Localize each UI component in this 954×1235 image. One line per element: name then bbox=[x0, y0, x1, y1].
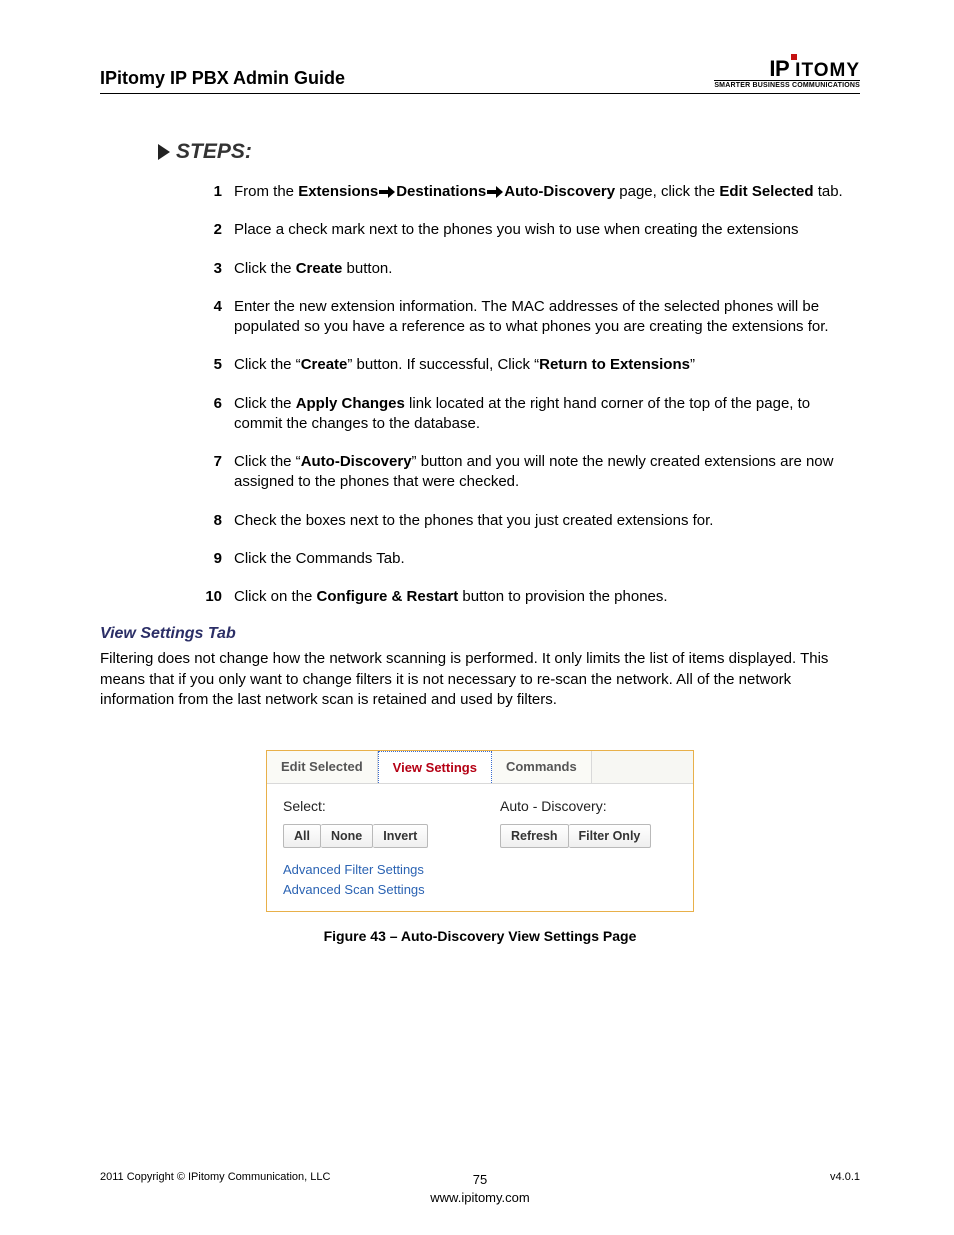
step-text: Click the Create button. bbox=[234, 259, 858, 279]
link-advanced-scan-settings[interactable]: Advanced Scan Settings bbox=[283, 880, 460, 900]
step-item: 9Click the Commands Tab. bbox=[204, 549, 858, 569]
page-footer: 2011 Copyright © IPitomy Communication, … bbox=[100, 1171, 860, 1183]
step-text: Place a check mark next to the phones yo… bbox=[234, 220, 858, 240]
link-advanced-filter-settings[interactable]: Advanced Filter Settings bbox=[283, 860, 460, 880]
section-heading: View Settings Tab bbox=[100, 625, 860, 643]
select-button-group: AllNoneInvert bbox=[283, 824, 460, 848]
section-paragraph: Filtering does not change how the networ… bbox=[100, 649, 860, 710]
select-invert-button[interactable]: Invert bbox=[373, 824, 428, 848]
step-text: Click the Apply Changes link located at … bbox=[234, 394, 858, 435]
step-text: Click the “Create” button. If successful… bbox=[234, 355, 858, 375]
step-text: From the ExtensionsDestinationsAuto-Disc… bbox=[234, 182, 858, 202]
step-item: 3Click the Create button. bbox=[204, 259, 858, 279]
step-item: 8Check the boxes next to the phones that… bbox=[204, 511, 858, 531]
step-item: 1From the ExtensionsDestinationsAuto-Dis… bbox=[204, 182, 858, 202]
tab-commands[interactable]: Commands bbox=[492, 751, 592, 783]
step-text: Click on the Configure & Restart button … bbox=[234, 587, 858, 607]
steps-heading: STEPS: bbox=[100, 140, 860, 164]
brand-logo: IPITOMY SMARTER BUSINESS COMMUNICATIONS bbox=[714, 58, 860, 89]
step-text: Check the boxes next to the phones that … bbox=[234, 511, 858, 531]
step-item: 2Place a check mark next to the phones y… bbox=[204, 220, 858, 240]
discovery-refresh-button[interactable]: Refresh bbox=[500, 824, 569, 848]
panel-tabs: Edit SelectedView SettingsCommands bbox=[267, 751, 693, 784]
step-item: 5Click the “Create” button. If successfu… bbox=[204, 355, 858, 375]
step-number: 4 bbox=[204, 297, 234, 338]
view-settings-panel: Edit SelectedView SettingsCommands Selec… bbox=[266, 750, 694, 912]
step-number: 7 bbox=[204, 452, 234, 493]
step-number: 5 bbox=[204, 355, 234, 375]
triangle-right-icon bbox=[158, 144, 170, 160]
step-number: 8 bbox=[204, 511, 234, 531]
page-header: IPitomy IP PBX Admin Guide IPITOMY SMART… bbox=[100, 58, 860, 94]
step-text: Click the Commands Tab. bbox=[234, 549, 858, 569]
footer-page-number: 75 bbox=[100, 1171, 860, 1189]
select-all-button[interactable]: All bbox=[283, 824, 321, 848]
step-item: 6Click the Apply Changes link located at… bbox=[204, 394, 858, 435]
auto-discovery-label: Auto - Discovery: bbox=[500, 798, 677, 814]
tab-edit-selected[interactable]: Edit Selected bbox=[267, 751, 378, 783]
step-number: 9 bbox=[204, 549, 234, 569]
figure-caption: Figure 43 – Auto-Discovery View Settings… bbox=[100, 928, 860, 944]
discovery-filter-only-button[interactable]: Filter Only bbox=[569, 824, 652, 848]
advanced-links: Advanced Filter SettingsAdvanced Scan Se… bbox=[283, 860, 460, 899]
step-number: 10 bbox=[204, 587, 234, 607]
footer-url: www.ipitomy.com bbox=[100, 1189, 860, 1207]
discovery-button-group: RefreshFilter Only bbox=[500, 824, 677, 848]
select-label: Select: bbox=[283, 798, 460, 814]
step-item: 10Click on the Configure & Restart butto… bbox=[204, 587, 858, 607]
tab-view-settings[interactable]: View Settings bbox=[378, 751, 492, 783]
steps-heading-text: STEPS: bbox=[176, 140, 252, 164]
brand-tagline: SMARTER BUSINESS COMMUNICATIONS bbox=[714, 80, 860, 89]
step-number: 6 bbox=[204, 394, 234, 435]
step-number: 3 bbox=[204, 259, 234, 279]
steps-list: 1From the ExtensionsDestinationsAuto-Dis… bbox=[100, 182, 860, 607]
doc-title: IPitomy IP PBX Admin Guide bbox=[100, 68, 345, 89]
step-number: 1 bbox=[204, 182, 234, 202]
select-none-button[interactable]: None bbox=[321, 824, 373, 848]
step-number: 2 bbox=[204, 220, 234, 240]
step-text: Enter the new extension information. The… bbox=[234, 297, 858, 338]
step-text: Click the “Auto-Discovery” button and yo… bbox=[234, 452, 858, 493]
step-item: 7Click the “Auto-Discovery” button and y… bbox=[204, 452, 858, 493]
step-item: 4Enter the new extension information. Th… bbox=[204, 297, 858, 338]
